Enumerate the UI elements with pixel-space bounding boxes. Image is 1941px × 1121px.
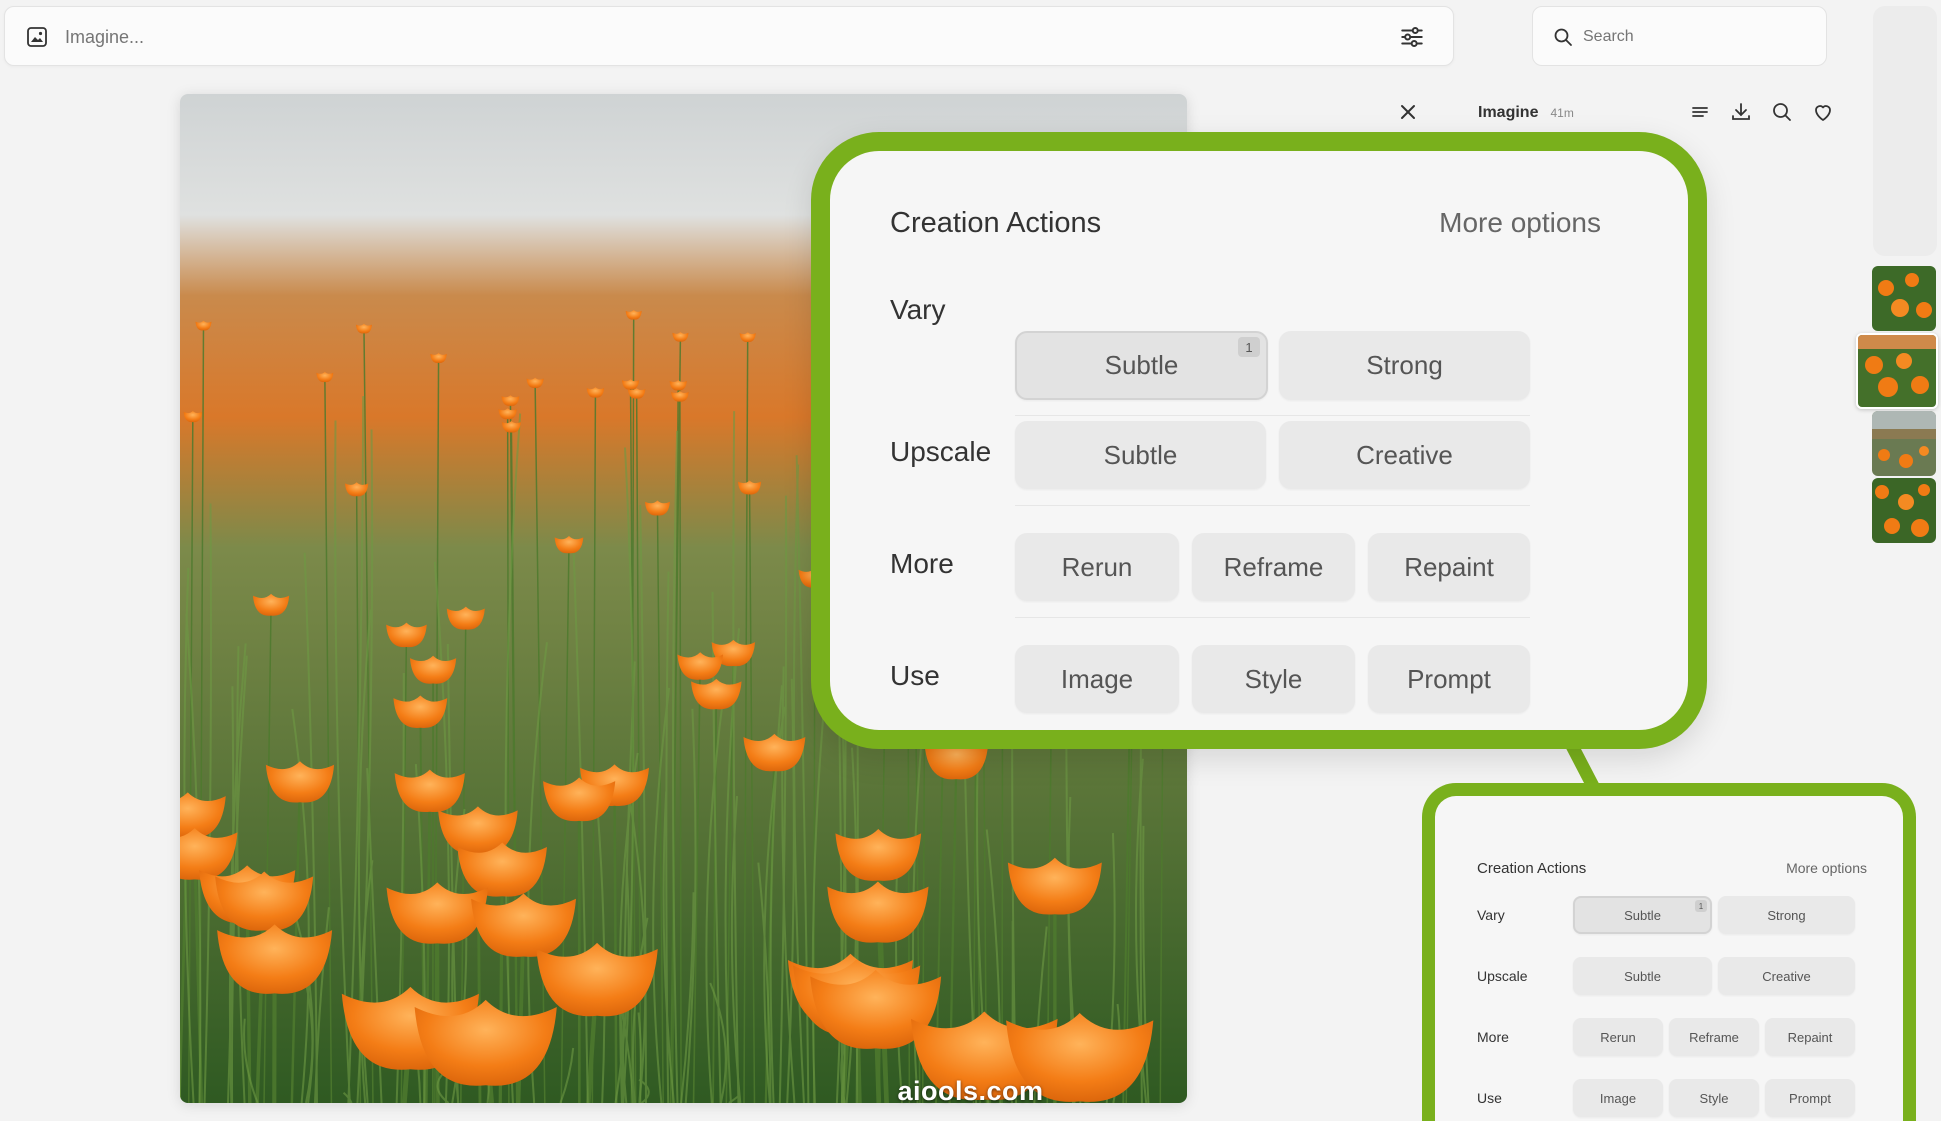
divider <box>1015 505 1530 506</box>
job-header: Imagine 41m <box>1478 100 1574 126</box>
divider <box>1015 415 1530 416</box>
button-label: Style <box>1244 663 1303 694</box>
button-label: Creative <box>1762 968 1811 984</box>
search-input[interactable] <box>1581 21 1805 53</box>
vary-strong-button[interactable]: Strong <box>1718 896 1855 934</box>
thumbnail[interactable] <box>1872 266 1936 331</box>
row-label-upscale: Upscale <box>890 436 992 467</box>
vary-subtle-button[interactable]: Subtle 1 <box>1015 331 1268 400</box>
upscale-subtle-button[interactable]: Subtle <box>1015 421 1266 489</box>
job-time: 41m <box>1550 106 1574 120</box>
button-label: Subtle <box>1104 350 1179 380</box>
use-prompt-button[interactable]: Prompt <box>1368 645 1530 713</box>
button-label: Subtle <box>1624 968 1661 984</box>
repaint-button[interactable]: Repaint <box>1765 1018 1855 1056</box>
thumbnail-selected[interactable] <box>1856 333 1938 409</box>
creation-actions-title: Creation Actions <box>1477 860 1587 877</box>
more-options-link[interactable]: More options <box>1786 860 1867 877</box>
job-actions <box>1688 100 1835 124</box>
heart-icon[interactable] <box>1811 100 1835 124</box>
rerun-button[interactable]: Rerun <box>1573 1018 1663 1056</box>
reframe-button[interactable]: Reframe <box>1192 533 1355 601</box>
button-label: Subtle <box>1624 907 1661 923</box>
upscale-creative-button[interactable]: Creative <box>1279 421 1530 489</box>
repaint-button[interactable]: Repaint <box>1368 533 1530 601</box>
divider <box>1015 617 1530 618</box>
use-image-button[interactable]: Image <box>1015 645 1179 713</box>
button-label: Strong <box>1767 907 1806 923</box>
image-icon[interactable] <box>25 25 49 49</box>
use-style-button[interactable]: Style <box>1192 645 1355 713</box>
more-options-link[interactable]: More options <box>1439 207 1601 240</box>
prompt-bar[interactable] <box>4 6 1454 66</box>
menu-icon[interactable] <box>1688 100 1712 124</box>
button-label: Creative <box>1356 439 1453 470</box>
download-icon[interactable] <box>1729 100 1753 124</box>
row-label-upscale: Upscale <box>1477 968 1528 984</box>
button-label: Subtle <box>1103 439 1178 470</box>
button-label: Reframe <box>1223 551 1324 582</box>
count-badge: 1 <box>1695 900 1707 912</box>
upscale-creative-button[interactable]: Creative <box>1718 957 1855 995</box>
search-bar[interactable] <box>1532 6 1827 66</box>
vary-strong-button[interactable]: Strong <box>1279 331 1530 400</box>
vary-subtle-button[interactable]: Subtle 1 <box>1573 896 1712 934</box>
reframe-button[interactable]: Reframe <box>1669 1018 1759 1056</box>
row-label-vary: Vary <box>890 294 946 325</box>
button-label: Rerun <box>1061 551 1133 582</box>
button-label: Repaint <box>1787 1029 1833 1045</box>
sliders-icon[interactable] <box>1399 24 1425 50</box>
thumbnail[interactable] <box>1872 411 1936 476</box>
rerun-button[interactable]: Rerun <box>1015 533 1179 601</box>
creation-actions-title: Creation Actions <box>890 207 1102 239</box>
row-label-vary: Vary <box>1477 907 1505 923</box>
upscale-subtle-button[interactable]: Subtle <box>1573 957 1712 995</box>
button-label: Repaint <box>1404 551 1494 582</box>
row-label-use: Use <box>890 660 940 691</box>
zoom-search-icon[interactable] <box>1770 100 1794 124</box>
scrollbar-track[interactable] <box>1873 6 1937 256</box>
button-label: Image <box>1060 663 1134 694</box>
button-label: Strong <box>1366 350 1443 380</box>
button-label: Prompt <box>1407 663 1491 694</box>
row-label-more: More <box>890 548 954 579</box>
row-label-more: More <box>1477 1029 1509 1045</box>
job-title: Imagine <box>1478 104 1539 121</box>
search-icon <box>1553 27 1573 47</box>
button-label: Reframe <box>1689 1029 1739 1045</box>
creation-actions-panel: Creation Actions More options Vary Subtl… <box>1422 783 1916 1121</box>
creation-actions-zoom: Creation Actions More options Vary Subtl… <box>811 132 1707 749</box>
thumbnail[interactable] <box>1872 478 1936 543</box>
close-icon[interactable] <box>1396 100 1420 124</box>
button-label: Rerun <box>1600 1029 1636 1045</box>
thumbnail-strip <box>1856 266 1938 545</box>
watermark: aiools.com <box>897 1076 1044 1106</box>
count-badge: 1 <box>1238 337 1260 357</box>
prompt-input[interactable] <box>63 21 1117 53</box>
